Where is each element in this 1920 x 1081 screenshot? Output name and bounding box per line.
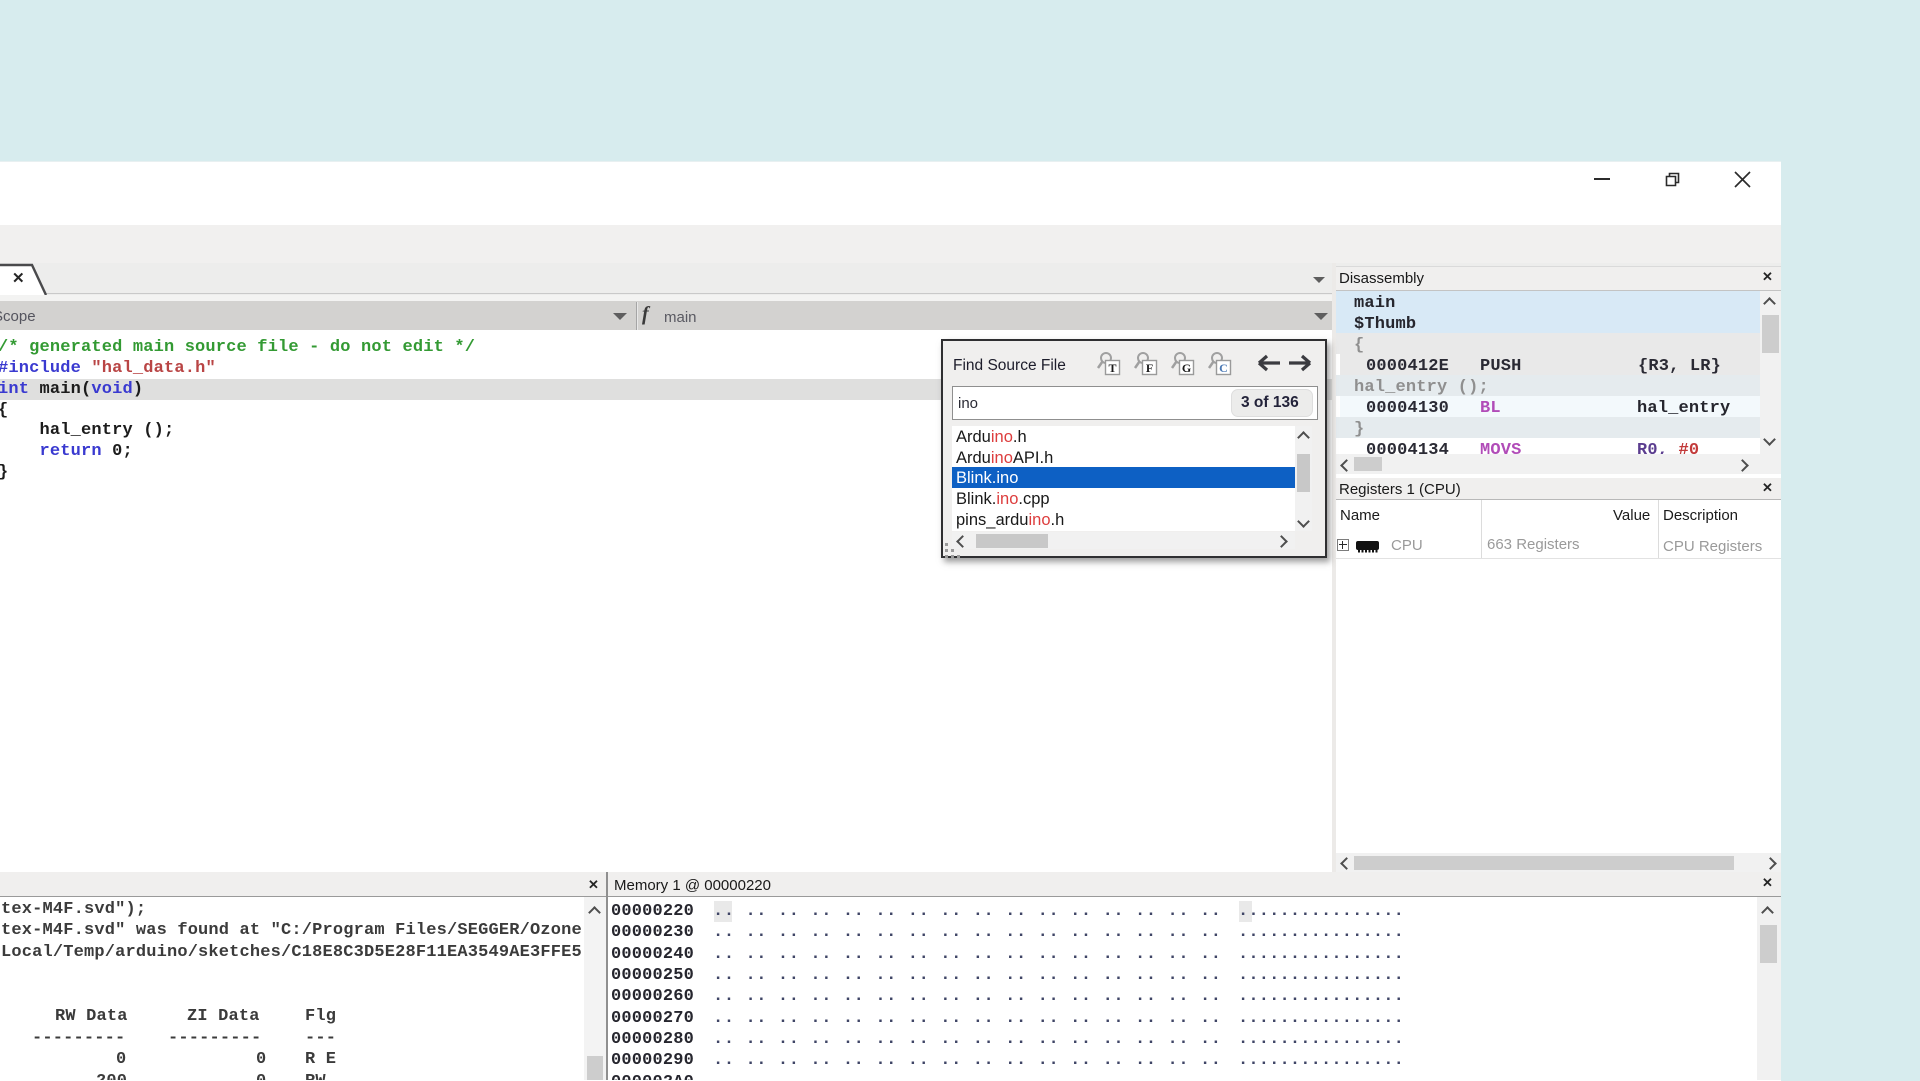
svg-text:T: T	[1108, 361, 1116, 375]
svg-text:G: G	[1182, 361, 1191, 375]
svg-text:C: C	[1219, 361, 1228, 375]
svg-text:F: F	[1146, 361, 1153, 375]
